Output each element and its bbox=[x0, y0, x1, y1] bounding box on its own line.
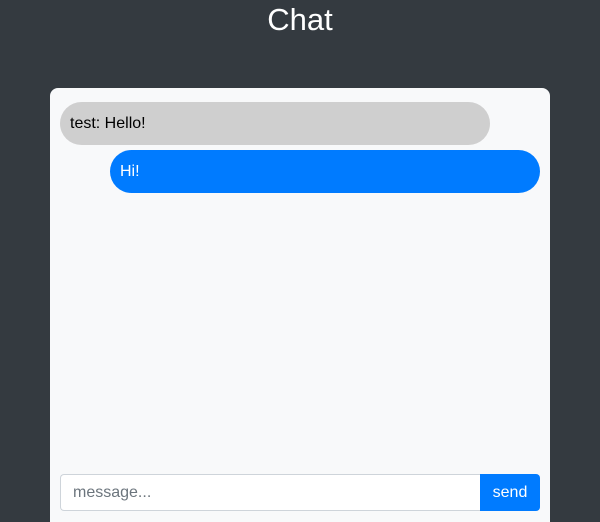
chat-panel: test: Hello! Hi! send bbox=[50, 88, 550, 522]
message-input[interactable] bbox=[60, 474, 480, 511]
message-list[interactable]: test: Hello! Hi! bbox=[50, 88, 550, 468]
message-composer: send bbox=[60, 474, 540, 511]
sent-message-bubble: Hi! bbox=[110, 150, 540, 193]
received-message-bubble: test: Hello! bbox=[60, 102, 490, 145]
send-button[interactable]: send bbox=[480, 474, 540, 511]
page-title: Chat bbox=[267, 2, 333, 37]
